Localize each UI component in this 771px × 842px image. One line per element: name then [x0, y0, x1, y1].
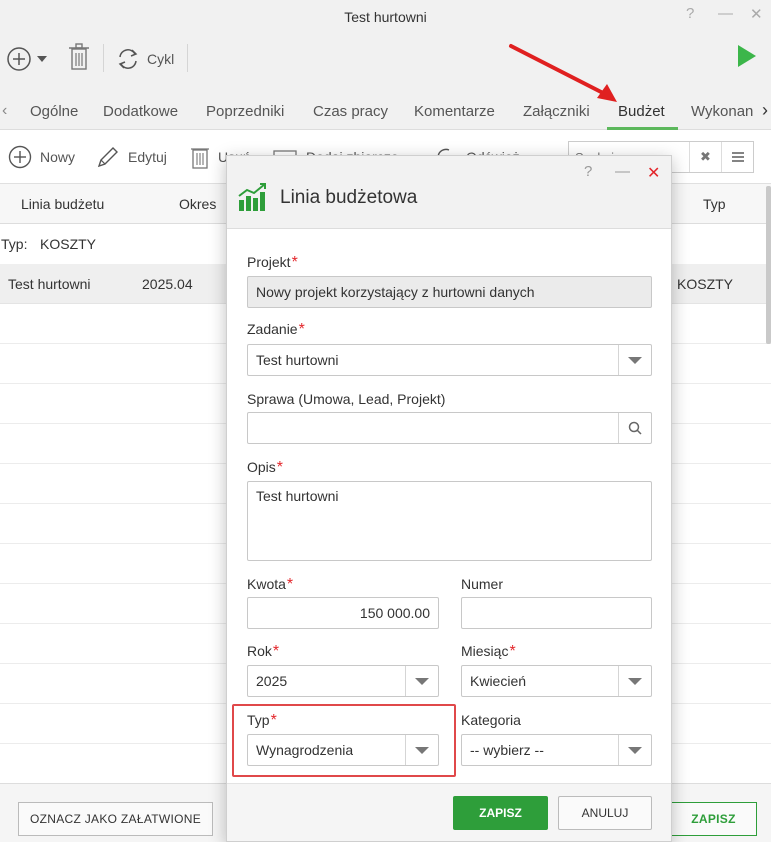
cell-period: 2025.04	[142, 276, 193, 292]
add-dropdown-button[interactable]	[6, 46, 48, 72]
miesiac-select[interactable]: Kwiecień	[461, 665, 652, 697]
group-label: Typ:	[1, 236, 28, 252]
tab-wykonanie[interactable]: Wykonan	[691, 103, 753, 120]
chevron-down-icon[interactable]	[405, 666, 438, 696]
zadanie-select[interactable]: Test hurtowni	[247, 344, 652, 376]
numer-input[interactable]	[461, 597, 652, 629]
edit-button[interactable]: Edytuj	[96, 145, 167, 169]
sprawa-label: Sprawa (Umowa, Lead, Projekt)	[247, 391, 446, 407]
grid-scrollbar[interactable]	[766, 186, 771, 344]
miesiac-label: Miesiąc*	[461, 643, 516, 660]
edit-label: Edytuj	[128, 149, 167, 165]
tab-poprzedniki[interactable]: Poprzedniki	[206, 103, 284, 120]
tab-bar: ‹ Ogólne Dodatkowe Poprzedniki Czas prac…	[0, 90, 771, 130]
minimize-button[interactable]: —	[718, 5, 733, 22]
tab-budzet[interactable]: Budżet	[618, 103, 665, 120]
plus-circle-icon	[7, 47, 31, 71]
column-header-period[interactable]: Okres	[179, 196, 216, 212]
sprawa-input[interactable]	[247, 412, 652, 444]
trash-icon	[191, 148, 209, 169]
search-icon[interactable]	[618, 413, 651, 443]
cell-line: Test hurtowni	[8, 276, 91, 292]
tab-dodatkowe[interactable]: Dodatkowe	[103, 103, 178, 120]
caret-down-icon	[37, 56, 47, 62]
chevron-down-icon[interactable]	[618, 345, 651, 375]
title-bar: Test hurtowni ? — ✕	[0, 0, 771, 34]
projekt-label: Projekt*	[247, 254, 298, 271]
rok-label: Rok*	[247, 643, 280, 660]
tab-czas-pracy[interactable]: Czas pracy	[313, 103, 388, 120]
dialog-help-button[interactable]: ?	[584, 163, 592, 180]
toolbar-divider	[103, 44, 104, 72]
projekt-field: Nowy projekt korzystający z hurtowni dan…	[247, 276, 652, 308]
play-icon	[738, 45, 756, 67]
pencil-icon	[97, 147, 118, 168]
kategoria-select[interactable]: -- wybierz --	[461, 734, 652, 766]
tab-ogolne[interactable]: Ogólne	[30, 103, 78, 120]
dialog-cancel-button[interactable]: ANULUJ	[558, 796, 652, 830]
column-header-type[interactable]: Typ	[703, 196, 726, 212]
rok-select[interactable]: 2025	[247, 665, 439, 697]
kwota-input[interactable]: 150 000.00	[247, 597, 439, 629]
chart-growth-icon	[238, 183, 266, 211]
column-header-line[interactable]: Linia budżetu	[21, 196, 104, 212]
mark-done-button[interactable]: OZNACZ JAKO ZAŁATWIONE	[18, 802, 213, 836]
dialog-header: Linia budżetowa ? — ✕	[227, 156, 671, 229]
main-toolbar: Cykl	[0, 34, 771, 90]
window-title: Test hurtowni	[344, 9, 427, 25]
chevron-down-icon[interactable]	[618, 735, 651, 765]
dialog-title: Linia budżetowa	[280, 187, 418, 208]
cycle-label: Cykl	[147, 51, 175, 67]
zadanie-label: Zadanie*	[247, 321, 305, 338]
active-tab-indicator	[607, 127, 678, 130]
annotation-highlight-box	[232, 704, 456, 777]
opis-textarea[interactable]: Test hurtowni	[247, 481, 652, 561]
new-label: Nowy	[40, 149, 76, 165]
dialog-close-button[interactable]: ✕	[647, 163, 660, 183]
tabs-scroll-right-icon[interactable]: ›	[762, 100, 768, 121]
plus-circle-icon	[8, 145, 32, 169]
main-save-button[interactable]: ZAPISZ	[670, 802, 757, 836]
dialog-save-button[interactable]: ZAPISZ	[453, 796, 548, 830]
dialog-minimize-button[interactable]: —	[615, 163, 630, 180]
opis-label: Opis*	[247, 459, 284, 476]
clear-search-icon[interactable]: ✖	[689, 142, 721, 172]
help-button[interactable]: ?	[686, 5, 694, 22]
kwota-label: Kwota*	[247, 576, 294, 593]
annotation-arrow-icon	[509, 44, 617, 102]
dialog-footer: ZAPISZ ANULUJ	[227, 783, 671, 841]
run-button[interactable]	[736, 44, 758, 68]
toolbar-divider	[187, 44, 188, 72]
cell-type: KOSZTY	[677, 276, 734, 292]
menu-icon[interactable]	[721, 142, 753, 172]
trash-icon	[69, 43, 89, 70]
delete-toolbar-button[interactable]	[68, 43, 90, 71]
chevron-down-icon[interactable]	[618, 666, 651, 696]
tabs-scroll-left-icon[interactable]: ‹	[2, 102, 7, 120]
new-button[interactable]: Nowy	[8, 145, 75, 169]
numer-label: Numer	[461, 576, 504, 592]
cycle-icon	[118, 49, 138, 69]
group-value: KOSZTY	[40, 236, 97, 252]
kategoria-label: Kategoria	[461, 712, 521, 728]
tab-komentarze[interactable]: Komentarze	[414, 103, 495, 120]
close-button[interactable]: ✕	[750, 5, 763, 23]
cycle-button[interactable]: Cykl	[115, 46, 174, 72]
